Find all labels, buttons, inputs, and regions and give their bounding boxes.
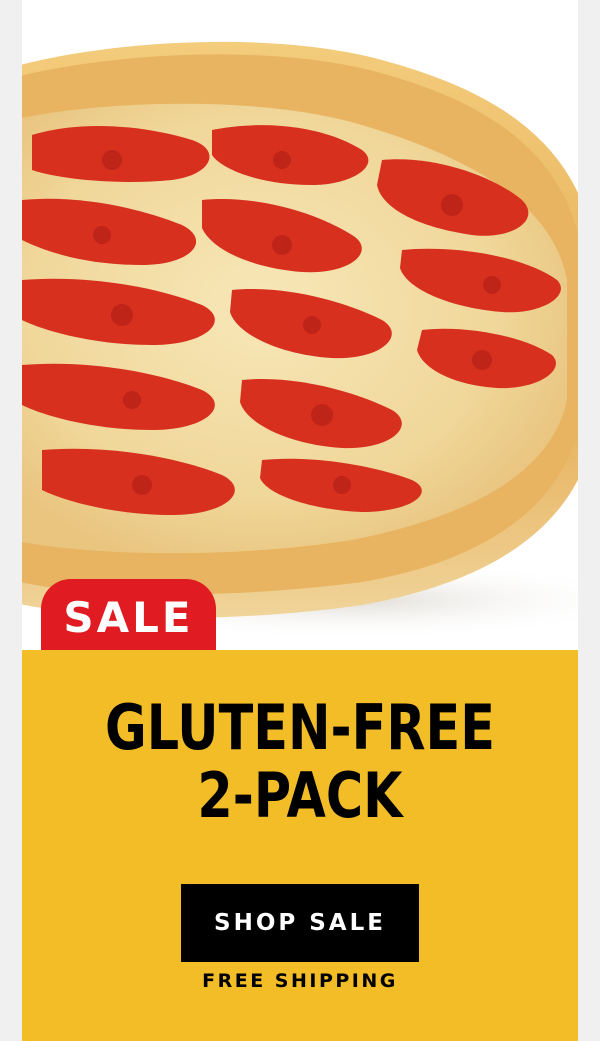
headline-line-1: GLUTEN-FREE — [104, 691, 495, 764]
free-shipping-note: FREE SHIPPING — [202, 970, 398, 992]
pizza-image — [22, 41, 578, 640]
promo-panel: GLUTEN-FREE 2-PACK SHOP SALE FREE SHIPPI… — [22, 650, 578, 1041]
sale-badge-label: SALE — [63, 592, 194, 642]
hero-image[interactable]: SALE — [22, 0, 578, 650]
shop-sale-button-label: SHOP SALE — [214, 910, 386, 936]
sale-badge: SALE — [41, 579, 216, 650]
email-frame: SALE GLUTEN-FREE 2-PACK SHOP SALE FREE S… — [22, 0, 578, 1041]
headline-line-2: 2-PACK — [197, 759, 403, 832]
shop-sale-button[interactable]: SHOP SALE — [181, 884, 419, 962]
promo-headline: GLUTEN-FREE 2-PACK — [72, 694, 528, 830]
